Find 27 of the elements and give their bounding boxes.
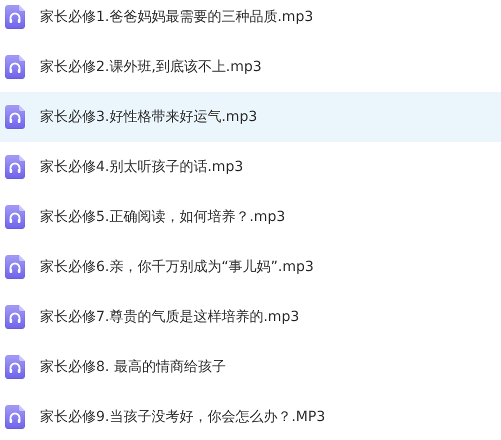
file-name: 家长必修9.当孩子没考好，你会怎么办？.MP3 — [40, 408, 326, 426]
file-name: 家长必修1.爸爸妈妈最需要的三种品质.mp3 — [40, 8, 314, 26]
file-name: 家长必修4.别太听孩子的话.mp3 — [40, 158, 244, 176]
file-row[interactable]: 家长必修7.尊贵的气质是这样培养的.mp3 — [0, 292, 501, 342]
file-name: 家长必修5.正确阅读，如何培养？.mp3 — [40, 208, 286, 226]
audio-file-icon — [5, 305, 25, 329]
file-name: 家长必修7.尊贵的气质是这样培养的.mp3 — [40, 308, 300, 326]
file-row[interactable]: 家长必修2.课外班,到底该不上.mp3 — [0, 42, 501, 92]
audio-file-icon — [5, 205, 25, 229]
audio-file-icon — [5, 155, 25, 179]
audio-file-icon — [5, 255, 25, 279]
file-name: 家长必修2.课外班,到底该不上.mp3 — [40, 58, 262, 76]
file-row[interactable]: 家长必修6.亲，你千万别成为“事儿妈”.mp3 — [0, 242, 501, 292]
file-row[interactable]: 家长必修3.好性格带来好运气.mp3 — [0, 92, 501, 142]
file-name: 家长必修8. 最高的情商给孩子 — [40, 358, 226, 376]
file-row[interactable]: 家长必修5.正确阅读，如何培养？.mp3 — [0, 192, 501, 242]
audio-file-icon — [5, 5, 25, 29]
file-row[interactable]: 家长必修8. 最高的情商给孩子 — [0, 342, 501, 392]
file-row[interactable]: 家长必修1.爸爸妈妈最需要的三种品质.mp3 — [0, 0, 501, 42]
file-name: 家长必修3.好性格带来好运气.mp3 — [40, 108, 258, 126]
audio-file-icon — [5, 355, 25, 379]
file-row[interactable]: 家长必修9.当孩子没考好，你会怎么办？.MP3 — [0, 392, 501, 440]
audio-file-icon — [5, 105, 25, 129]
file-row[interactable]: 家长必修4.别太听孩子的话.mp3 — [0, 142, 501, 192]
audio-file-icon — [5, 55, 25, 79]
audio-file-icon — [5, 405, 25, 429]
file-name: 家长必修6.亲，你千万别成为“事儿妈”.mp3 — [40, 258, 314, 276]
